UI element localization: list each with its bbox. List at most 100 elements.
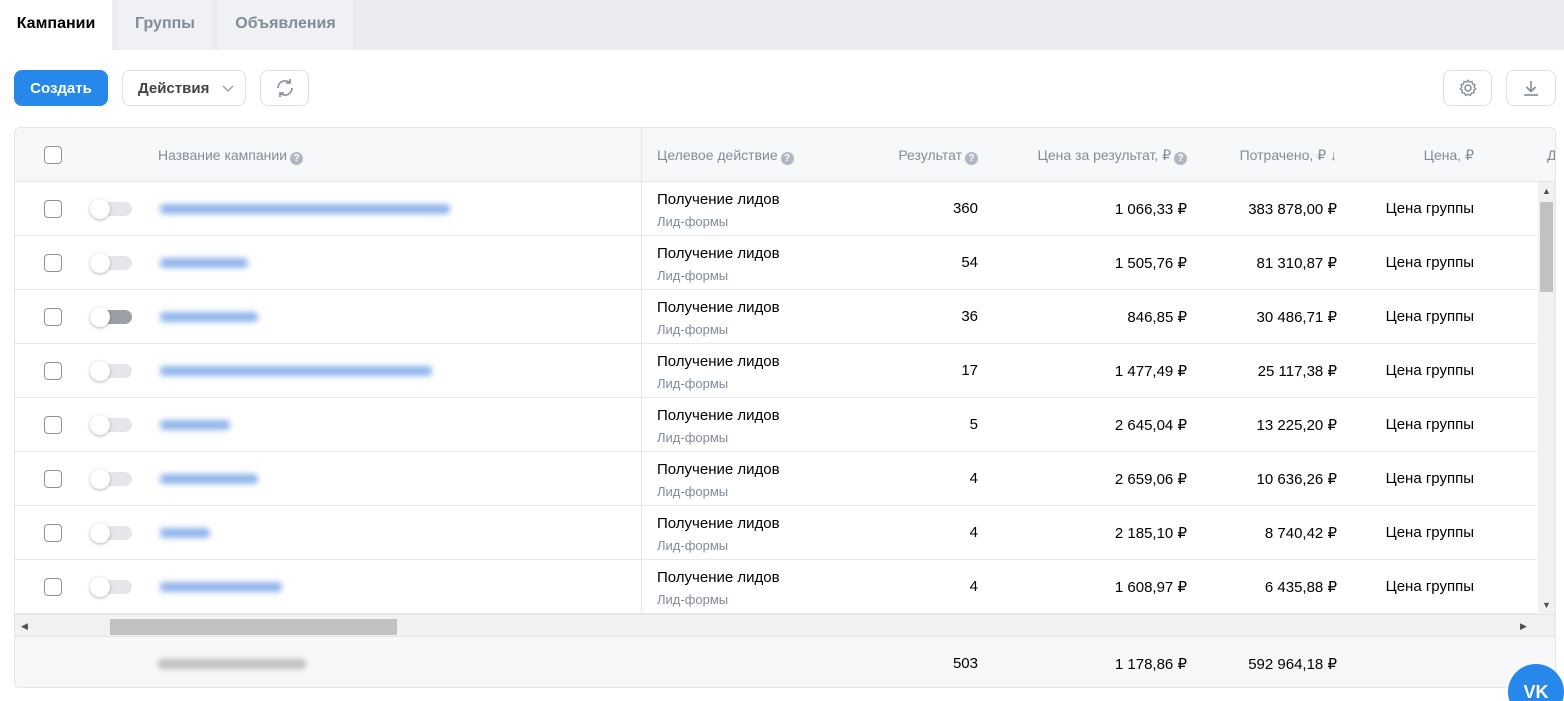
price-value: Цена группы bbox=[1385, 416, 1474, 433]
campaign-status-toggle[interactable] bbox=[90, 415, 132, 435]
campaign-name-redacted[interactable] bbox=[160, 204, 450, 214]
target-action: Получение лидов bbox=[657, 407, 780, 424]
target-action: Получение лидов bbox=[657, 353, 780, 370]
spent-value: 81 310,87 ₽ bbox=[1256, 255, 1337, 272]
campaign-name-redacted[interactable] bbox=[160, 258, 248, 268]
total-result: 503 bbox=[952, 655, 978, 672]
scroll-up-arrow[interactable]: ▲ bbox=[1542, 186, 1551, 196]
price-value: Цена группы bbox=[1385, 200, 1474, 217]
spent-value: 13 225,20 ₽ bbox=[1256, 417, 1337, 434]
price-value: Цена группы bbox=[1385, 578, 1474, 595]
table-row[interactable]: Получение лидов Лид-формы 4 1 608,97 ₽ 6 435… bbox=[15, 560, 1537, 614]
table-row[interactable]: Получение лидов Лид-формы 360 1 066,33 ₽ 383… bbox=[15, 182, 1537, 236]
price-value: Цена группы bbox=[1385, 524, 1474, 541]
spent-value: 10 636,26 ₽ bbox=[1256, 471, 1337, 488]
scroll-right-arrow[interactable]: ▶ bbox=[1520, 621, 1527, 631]
select-all-checkbox[interactable] bbox=[44, 146, 62, 164]
row-checkbox[interactable] bbox=[44, 470, 62, 488]
column-header-spent[interactable]: Потрачено, ₽ ↓ bbox=[1205, 128, 1337, 182]
result-value: 4 bbox=[969, 524, 978, 541]
campaign-status-toggle[interactable] bbox=[90, 253, 132, 273]
table-row[interactable]: Получение лидов Лид-формы 54 1 505,76 ₽ 81 3… bbox=[15, 236, 1537, 290]
cost-per-result-value: 1 066,33 ₽ bbox=[1114, 201, 1187, 218]
target-action: Получение лидов bbox=[657, 461, 780, 478]
target-action-sub: Лид-формы bbox=[657, 592, 729, 607]
result-value: 17 bbox=[961, 362, 978, 379]
vertical-scrollbar[interactable]: ▲ ▼ bbox=[1538, 182, 1555, 614]
result-value: 4 bbox=[969, 578, 978, 595]
vertical-scroll-thumb[interactable] bbox=[1540, 202, 1553, 292]
campaign-name-redacted[interactable] bbox=[160, 366, 432, 376]
campaign-status-toggle[interactable] bbox=[90, 199, 132, 219]
column-header-result-label: Результат bbox=[898, 147, 962, 163]
campaign-status-toggle[interactable] bbox=[90, 577, 132, 597]
scroll-down-arrow[interactable]: ▼ bbox=[1542, 600, 1551, 610]
settings-button[interactable] bbox=[1443, 70, 1492, 106]
campaign-status-toggle[interactable] bbox=[90, 307, 132, 327]
tab-groups[interactable]: Группы bbox=[118, 0, 212, 50]
row-checkbox[interactable] bbox=[44, 524, 62, 542]
toggle-knob bbox=[90, 523, 110, 543]
actions-dropdown[interactable]: Действия bbox=[122, 70, 246, 106]
table-row[interactable]: Получение лидов Лид-формы 5 2 645,04 ₽ 13 22… bbox=[15, 398, 1537, 452]
campaign-status-toggle[interactable] bbox=[90, 523, 132, 543]
toggle-knob bbox=[90, 577, 110, 597]
help-icon[interactable]: ? bbox=[1174, 152, 1187, 165]
result-value: 5 bbox=[969, 416, 978, 433]
totals-label-redacted bbox=[158, 659, 306, 669]
campaign-status-toggle[interactable] bbox=[90, 361, 132, 381]
campaign-name-redacted[interactable] bbox=[160, 420, 230, 430]
result-value: 54 bbox=[961, 254, 978, 271]
table-row[interactable]: Получение лидов Лид-формы 4 2 659,06 ₽ 10 63… bbox=[15, 452, 1537, 506]
row-checkbox[interactable] bbox=[44, 308, 62, 326]
column-header-price[interactable]: Цена, ₽ bbox=[1355, 128, 1474, 182]
scroll-left-arrow[interactable]: ◀ bbox=[21, 621, 28, 631]
table-row[interactable]: Получение лидов Лид-формы 17 1 477,49 ₽ 25 1… bbox=[15, 344, 1537, 398]
table-row[interactable]: Получение лидов Лид-формы 36 846,85 ₽ 30 486… bbox=[15, 290, 1537, 344]
total-spent: 592 964,18 ₽ bbox=[1248, 656, 1337, 673]
row-checkbox[interactable] bbox=[44, 578, 62, 596]
toggle-knob bbox=[90, 199, 110, 219]
table-row[interactable]: Получение лидов Лид-формы 4 2 185,10 ₽ 8 740… bbox=[15, 506, 1537, 560]
row-checkbox[interactable] bbox=[44, 254, 62, 272]
help-icon[interactable]: ? bbox=[290, 152, 304, 165]
create-button[interactable]: Создать bbox=[14, 70, 108, 106]
row-checkbox[interactable] bbox=[44, 416, 62, 434]
target-action: Получение лидов bbox=[657, 245, 780, 262]
row-checkbox[interactable] bbox=[44, 200, 62, 218]
horizontal-scroll-thumb[interactable] bbox=[110, 619, 397, 635]
campaign-name-redacted[interactable] bbox=[160, 312, 258, 322]
target-action-sub: Лид-формы bbox=[657, 376, 729, 391]
horizontal-scrollbar[interactable]: ◀ ▶ bbox=[15, 614, 1555, 636]
table-header: Название кампании? Целевое действие? Рез… bbox=[15, 128, 1555, 182]
column-header-name-label: Название кампании bbox=[158, 147, 288, 163]
price-value: Цена группы bbox=[1385, 470, 1474, 487]
refresh-icon bbox=[276, 79, 293, 97]
row-checkbox[interactable] bbox=[44, 362, 62, 380]
result-value: 4 bbox=[969, 470, 978, 487]
toggle-knob bbox=[90, 253, 110, 273]
campaign-name-redacted[interactable] bbox=[160, 528, 210, 538]
help-icon[interactable]: ? bbox=[965, 152, 978, 165]
campaign-status-toggle[interactable] bbox=[90, 469, 132, 489]
target-action: Получение лидов bbox=[657, 569, 780, 586]
tab-campaigns[interactable]: Кампании bbox=[0, 0, 112, 50]
refresh-button[interactable] bbox=[260, 70, 309, 106]
target-action: Получение лидов bbox=[657, 299, 780, 316]
column-header-next[interactable]: Д bbox=[1547, 128, 1555, 182]
download-button[interactable] bbox=[1506, 70, 1556, 106]
column-header-target[interactable]: Целевое действие? bbox=[657, 128, 794, 182]
campaign-name-redacted[interactable] bbox=[160, 474, 258, 484]
column-header-cost-per-result[interactable]: Цена за результат, ₽? bbox=[1005, 128, 1187, 182]
campaign-name-redacted[interactable] bbox=[160, 582, 282, 592]
column-header-name[interactable]: Название кампании? bbox=[158, 128, 304, 182]
cost-per-result-value: 1 608,97 ₽ bbox=[1114, 579, 1187, 596]
toggle-knob bbox=[90, 361, 110, 381]
help-icon[interactable]: ? bbox=[780, 152, 794, 165]
result-value: 36 bbox=[961, 308, 978, 325]
toggle-knob bbox=[90, 469, 110, 489]
cost-per-result-value: 2 645,04 ₽ bbox=[1114, 417, 1187, 434]
target-action-sub: Лид-формы bbox=[657, 538, 729, 553]
column-header-result[interactable]: Результат? bbox=[875, 128, 978, 182]
tab-ads[interactable]: Объявления bbox=[218, 0, 353, 50]
